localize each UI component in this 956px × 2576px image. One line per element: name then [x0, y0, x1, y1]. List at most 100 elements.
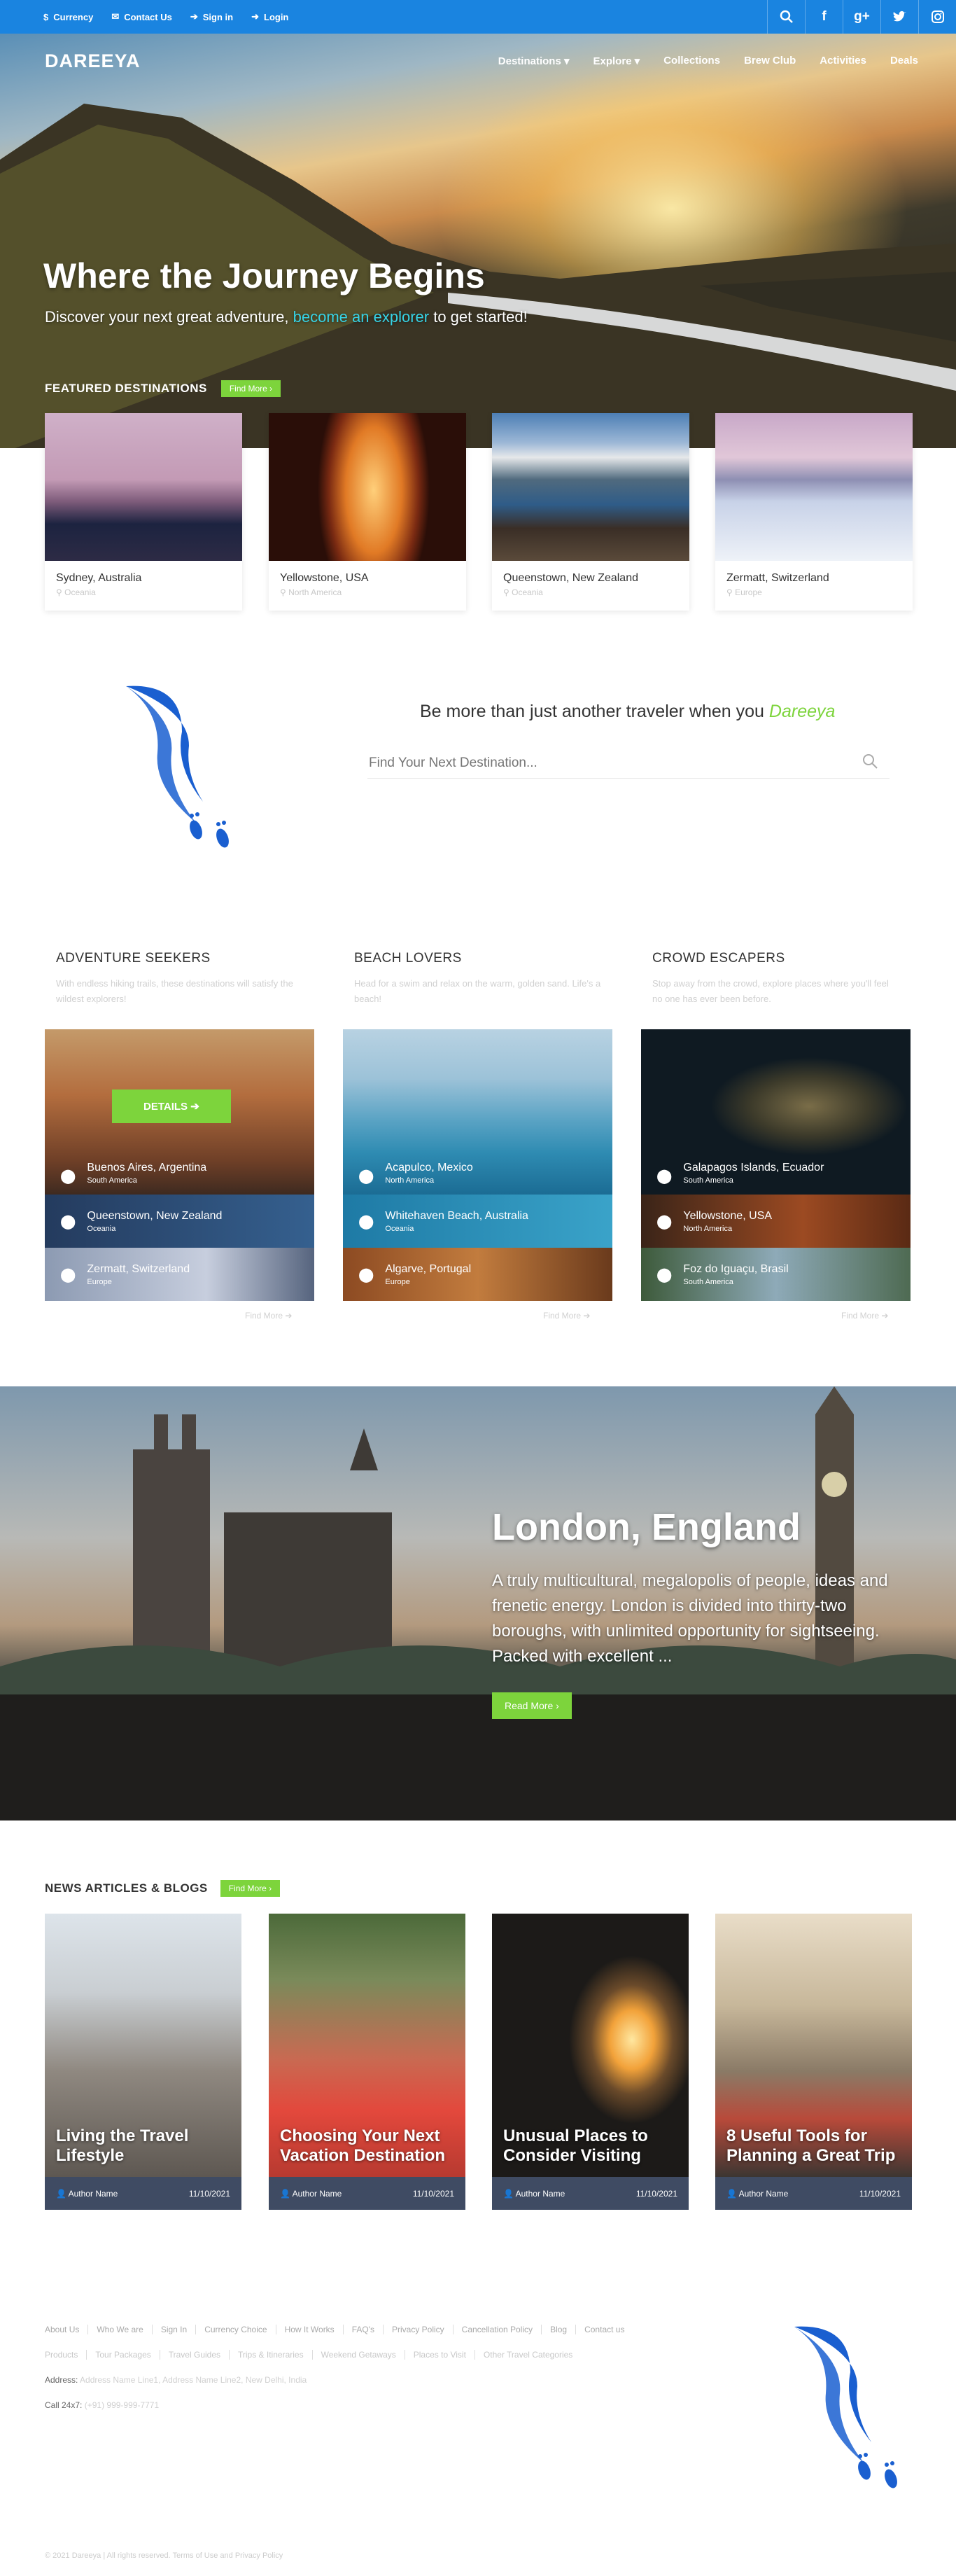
featured-header: FEATURED DESTINATIONS Find More ›	[45, 380, 281, 397]
news-date: 11/10/2021	[635, 2188, 677, 2199]
footer-link[interactable]: Currency Choice	[195, 2325, 275, 2334]
place-item[interactable]: ⬤ Whitehaven Beach, Australia Oceania	[343, 1195, 612, 1248]
footer-link[interactable]: About Us	[45, 2325, 87, 2334]
spotlight-text: A truly multicultural, megalopolis of pe…	[492, 1571, 888, 1666]
destination-name: Sydney, Australia	[56, 572, 142, 584]
category-title: ADVENTURE SEEKERS	[56, 951, 211, 966]
footer-link[interactable]: Products	[45, 2350, 86, 2360]
nav-brew-club[interactable]: Brew Club	[744, 55, 796, 67]
read-more-button[interactable]: Read More ›	[492, 1692, 572, 1719]
nav-explore[interactable]: Explore ▾	[593, 55, 640, 67]
find-more-link[interactable]: Find More ➔	[245, 1311, 292, 1321]
footer-link[interactable]: Contact us	[575, 2325, 633, 2334]
pin-icon: ⬤	[60, 1213, 76, 1230]
footer: About Us Who We are Sign In Currency Cho…	[45, 2325, 633, 2410]
nav-collections[interactable]: Collections	[663, 55, 720, 67]
place-item[interactable]: ⬤ Galapagos Islands, Ecuador South Americ…	[641, 1029, 911, 1195]
details-button[interactable]: DETAILS ➔	[112, 1089, 231, 1123]
pin-icon: ⬤	[656, 1267, 673, 1283]
become-explorer-link[interactable]: become an explorer	[293, 308, 429, 326]
login-link[interactable]: ➜ Login	[251, 11, 288, 22]
footer-link[interactable]: Places to Visit	[404, 2350, 475, 2360]
news-meta: 👤 Author Name 11/10/2021	[45, 2177, 241, 2210]
news-card-title: Choosing Your Next Vacation Destination	[280, 2126, 446, 2165]
footer-link[interactable]: Other Travel Categories	[474, 2350, 581, 2360]
pin-icon: ⬤	[358, 1267, 374, 1283]
footer-link[interactable]: Blog	[541, 2325, 575, 2334]
place-item[interactable]: ⬤ Algarve, Portugal Europe	[343, 1248, 612, 1301]
footer-link[interactable]: Sign In	[151, 2325, 195, 2334]
destination-image	[269, 413, 466, 561]
contact-link[interactable]: ✉ Contact Us	[111, 11, 172, 22]
news-header: NEWS ARTICLES & BLOGS Find More ›	[45, 1880, 281, 1897]
user-icon: 👤	[726, 2188, 739, 2199]
footer-link[interactable]: Tour Packages	[86, 2350, 159, 2360]
category-beach-lovers: BEACH LOVERS Head for a swim and relax o…	[343, 938, 612, 1321]
pin-icon: ⬤	[60, 1267, 76, 1283]
site-logo[interactable]: DAREEYA	[45, 50, 141, 72]
destination-region: ⚲ Oceania	[503, 587, 543, 597]
news-find-more-button[interactable]: Find More ›	[220, 1880, 281, 1897]
place-item[interactable]: ⬤ Yellowstone, USA North America	[641, 1195, 911, 1248]
author: 👤 Author Name	[503, 2188, 565, 2199]
destination-name: Yellowstone, USA	[280, 572, 369, 584]
find-more-link[interactable]: Find More ➔	[841, 1311, 888, 1321]
news-card[interactable]: Choosing Your Next Vacation Destination …	[269, 1914, 465, 2210]
destination-region: ⚲ Oceania	[56, 587, 96, 597]
news-date: 11/10/2021	[188, 2188, 230, 2199]
brand-name: Dareeya	[768, 702, 836, 721]
destination-name: Queenstown, New Zealand	[503, 572, 638, 584]
pin-icon: ⚲	[503, 587, 512, 597]
twitter-icon[interactable]	[880, 0, 918, 34]
footer-link[interactable]: Trips & Itineraries	[229, 2350, 312, 2360]
destination-card[interactable]: Queenstown, New Zealand ⚲ Oceania	[492, 413, 689, 611]
footer-link[interactable]: Cancellation Policy	[452, 2325, 541, 2334]
destination-card[interactable]: Sydney, Australia ⚲ Oceania	[45, 413, 242, 611]
destination-image	[492, 413, 689, 561]
destination-search-input[interactable]	[367, 755, 862, 771]
featured-find-more-button[interactable]: Find More ›	[220, 380, 281, 397]
news-date: 11/10/2021	[412, 2188, 454, 2199]
news-card[interactable]: Unusual Places to Consider Visiting 👤 Au…	[492, 1914, 689, 2210]
instagram-icon[interactable]	[918, 0, 956, 34]
pin-icon: ⬤	[358, 1213, 374, 1230]
destination-card[interactable]: Zermatt, Switzerland ⚲ Europe	[715, 413, 913, 611]
google-plus-icon[interactable]: g+	[843, 0, 880, 34]
copyright: © 2021 Dareeya | All rights reserved. Te…	[45, 2551, 283, 2560]
place-item[interactable]: ⬤ Foz do Iguaçu, Brasil South America	[641, 1248, 911, 1301]
footer-link[interactable]: How It Works	[275, 2325, 343, 2334]
category-card: ⬤ Galapagos Islands, Ecuador South Americ…	[641, 1029, 911, 1301]
destination-card[interactable]: Yellowstone, USA ⚲ North America	[269, 413, 466, 611]
news-card[interactable]: 8 Useful Tools for Planning a Great Trip…	[715, 1914, 912, 2210]
pin-icon: ⚲	[56, 587, 65, 597]
news-image: Choosing Your Next Vacation Destination	[269, 1914, 465, 2177]
footer-link[interactable]: Who We are	[87, 2325, 151, 2334]
nav-destinations[interactable]: Destinations ▾	[498, 55, 570, 67]
place-item[interactable]: ⬤ Zermatt, Switzerland Europe	[45, 1248, 314, 1301]
news-image: Unusual Places to Consider Visiting	[492, 1914, 689, 2177]
footer-link[interactable]: FAQ's	[342, 2325, 383, 2334]
nav-deals[interactable]: Deals	[890, 55, 918, 67]
spotlight-banner: London, England A truly multicultural, m…	[0, 1386, 956, 1820]
find-more-link[interactable]: Find More ➔	[543, 1311, 590, 1321]
footer-links-secondary: Products Tour Packages Travel Guides Tri…	[45, 2350, 633, 2360]
footer-link[interactable]: Weekend Getaways	[311, 2350, 405, 2360]
search-icon[interactable]	[767, 0, 805, 34]
footer-link[interactable]: Travel Guides	[159, 2350, 229, 2360]
place-item[interactable]: ⬤ Queenstown, New Zealand Oceania	[45, 1195, 314, 1248]
author: 👤 Author Name	[56, 2188, 118, 2199]
search-icon[interactable]	[862, 753, 878, 774]
news-image: Living the Travel Lifestyle	[45, 1914, 241, 2177]
nav-activities[interactable]: Activities	[820, 55, 866, 67]
top-bar: $ Currency ✉ Contact Us ➔ Sign in ➜ Login f …	[0, 0, 956, 34]
news-card[interactable]: Living the Travel Lifestyle 👤 Author Nam…	[45, 1914, 241, 2210]
currency-link[interactable]: $ Currency	[43, 11, 93, 22]
facebook-icon[interactable]: f	[805, 0, 843, 34]
author: 👤 Author Name	[280, 2188, 342, 2199]
place-item[interactable]: ⬤ Acapulco, Mexico North America	[343, 1029, 612, 1195]
signin-link[interactable]: ➔ Sign in	[190, 11, 233, 22]
explore-tagline: Be more than just another traveler when …	[420, 702, 836, 721]
place-item[interactable]: ⬤ Buenos Aires, Argentina South America D…	[45, 1029, 314, 1195]
footer-link[interactable]: Privacy Policy	[382, 2325, 453, 2334]
footer-links-primary: About Us Who We are Sign In Currency Cho…	[45, 2325, 633, 2334]
